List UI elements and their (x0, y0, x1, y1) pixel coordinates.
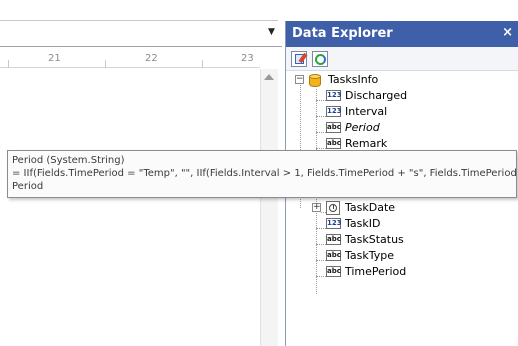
scroll-up-arrow-icon[interactable] (264, 74, 274, 80)
panel-header: Data Explorer × (286, 21, 518, 47)
string-type-icon: abc (326, 266, 341, 277)
document-tab-bar (0, 21, 282, 47)
field-label: TaskDate (345, 201, 396, 214)
refresh-ring-shape (315, 54, 326, 65)
number-type-icon: 123 (326, 90, 342, 101)
ruler-tick (202, 60, 203, 68)
tree-line (316, 132, 326, 133)
tree-line (316, 100, 326, 101)
tree-line (316, 276, 326, 277)
tree-node-tasksinfo[interactable]: − TasksInfo (286, 72, 516, 88)
string-type-icon: abc (326, 250, 341, 261)
field-label: TaskStatus (345, 233, 404, 246)
ruler-tick (8, 60, 9, 68)
tab-list-dropdown-icon[interactable]: ▼ (268, 27, 275, 37)
data-source-tree: − TasksInfo 123 Discharged 123 Interval … (286, 71, 518, 346)
tree-line (316, 260, 326, 261)
ruler-tick-label: 21 (48, 53, 61, 64)
string-type-icon: abc (326, 234, 341, 245)
field-label: TaskType (345, 249, 395, 262)
expand-icon[interactable]: + (312, 203, 321, 212)
ruler-tick-label: 22 (145, 53, 158, 64)
refresh-icon[interactable] (312, 51, 328, 67)
number-type-icon: 123 (326, 218, 342, 229)
collapse-icon[interactable]: − (295, 75, 304, 84)
field-label: Discharged (345, 89, 408, 102)
designer-top-strip (0, 0, 278, 21)
field-label: TimePeriod (345, 265, 407, 278)
ruler-tick-label: 23 (241, 53, 254, 64)
tree-line (316, 244, 326, 245)
tooltip-field-type: Period (System.String) (12, 155, 125, 166)
close-icon[interactable]: × (502, 25, 513, 40)
field-label: TaskID (345, 217, 381, 230)
tooltip-expression: = IIf(Fields.TimePeriod = "Temp", "", II… (12, 168, 516, 179)
tree-node-label: TasksInfo (328, 73, 379, 86)
string-type-icon: abc (326, 122, 341, 133)
tree-line (316, 148, 326, 149)
panel-toolbar (286, 47, 518, 71)
clock-icon (326, 201, 340, 215)
field-label: Interval (345, 105, 388, 118)
vertical-scrollbar[interactable] (260, 69, 278, 346)
number-type-icon: 123 (326, 106, 342, 117)
string-type-icon: abc (326, 138, 341, 149)
ruler-tick (105, 60, 106, 68)
tooltip-field-name: Period (12, 181, 44, 192)
tree-field-taskdate[interactable]: + TaskDate (312, 200, 512, 216)
report-canvas[interactable] (0, 69, 260, 346)
field-tooltip: Period (System.String) = IIf(Fields.Time… (7, 150, 517, 198)
tree-line (316, 228, 326, 229)
edit-icon[interactable] (291, 51, 308, 67)
horizontal-ruler: 21 22 23 (0, 48, 260, 68)
tree-line (316, 116, 326, 117)
database-icon (309, 74, 321, 88)
panel-title: Data Explorer (292, 26, 393, 41)
field-label: Period (345, 121, 380, 134)
